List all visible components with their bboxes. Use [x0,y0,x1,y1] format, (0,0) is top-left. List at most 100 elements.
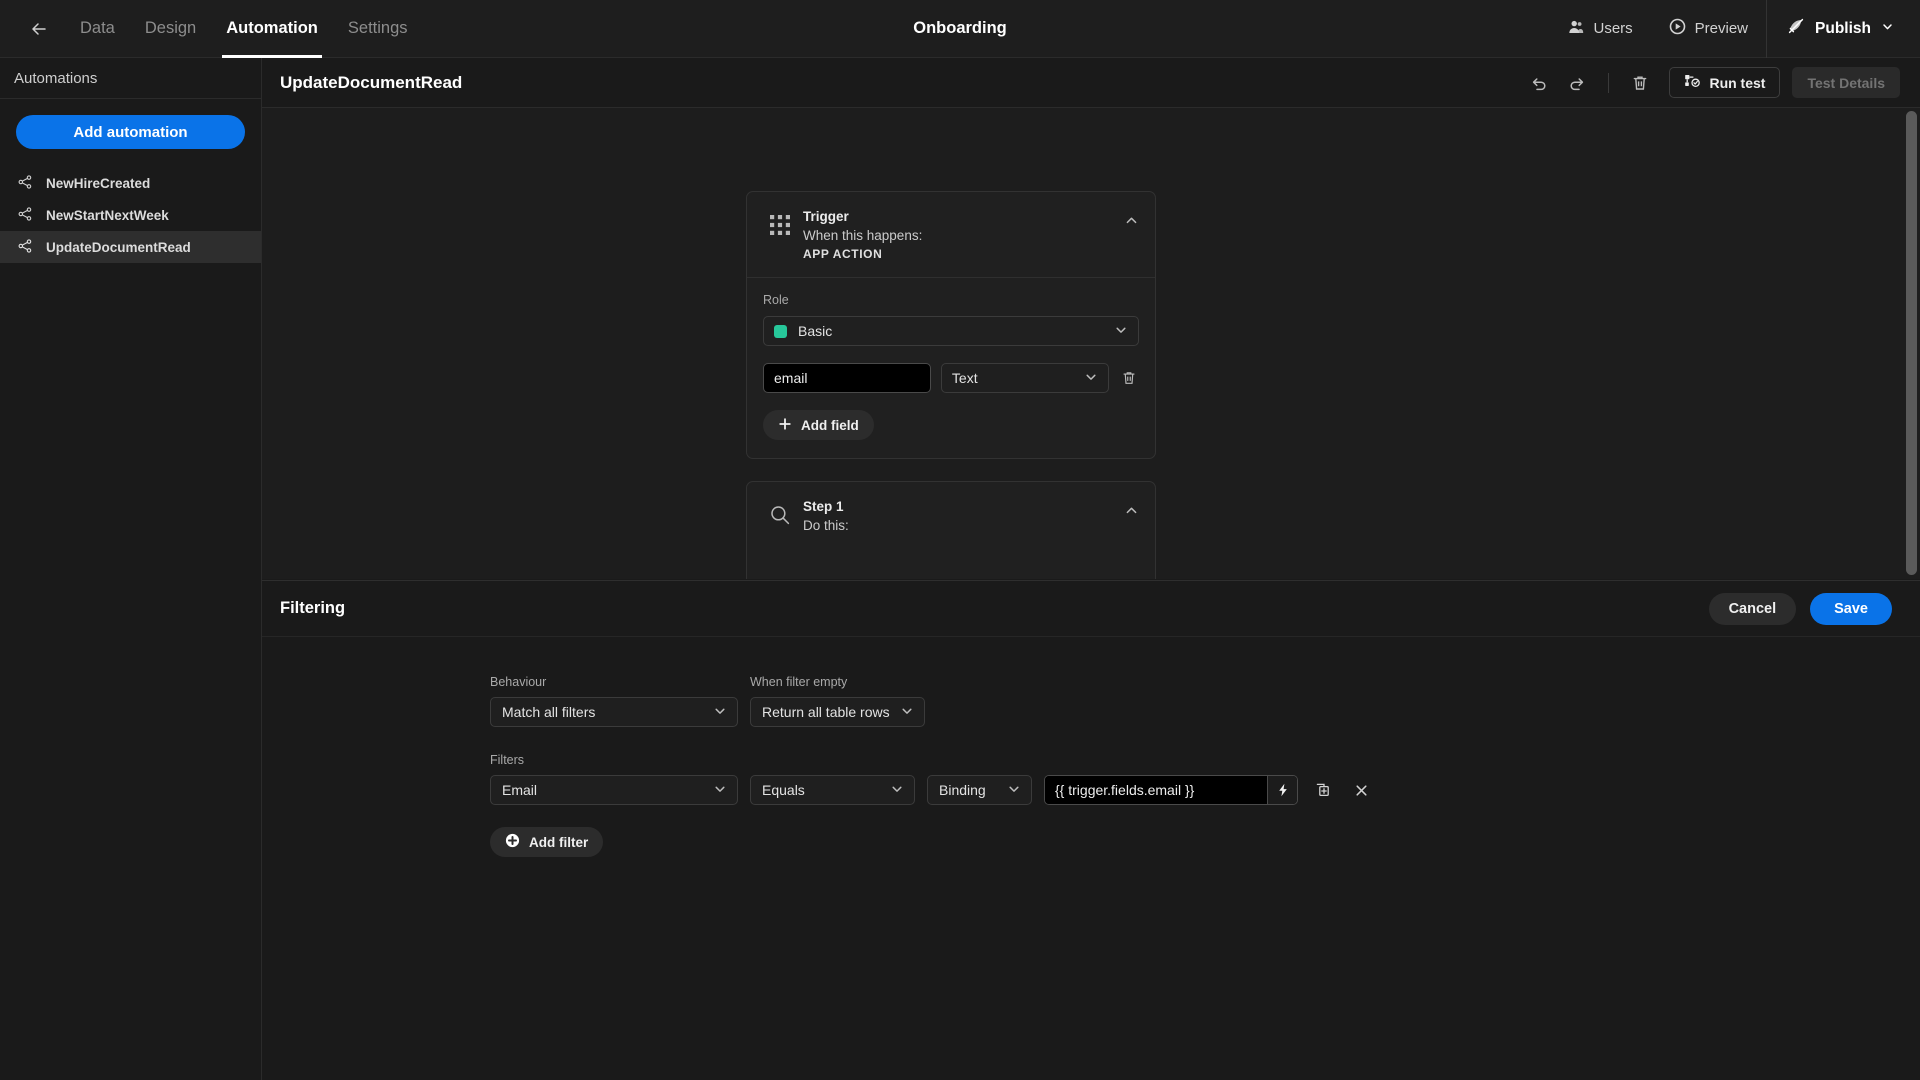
save-button[interactable]: Save [1810,592,1892,625]
add-automation-button[interactable]: Add automation [16,115,245,149]
filtering-drawer-body: Behaviour Match all filters When filter … [262,637,1920,857]
play-circle-icon [1669,18,1686,39]
sidebar-item-label: UpdateDocumentRead [46,239,191,255]
step-1-node-text: Step 1 Do this: [803,499,849,533]
preview-label: Preview [1694,20,1749,37]
behaviour-select[interactable]: Match all filters [490,697,738,727]
behaviour-label: Behaviour [490,675,547,689]
nav-tabs: Data Design Automation Settings [80,0,408,58]
test-details-button[interactable]: Test Details [1792,67,1900,98]
trigger-field-row: email Text [763,362,1139,394]
when-filter-empty-label: When filter empty [750,675,848,689]
undo-button[interactable] [1522,67,1556,99]
cancel-button[interactable]: Cancel [1708,592,1797,625]
trigger-subtitle: When this happens: [803,228,923,243]
when-filter-empty-value: Return all table rows [762,704,890,720]
step-1-node-header: Step 1 Do this: [747,482,1155,549]
drawer-title: Filtering [280,599,346,617]
field-type-select[interactable]: Text [940,363,1109,393]
when-filter-empty-group: When filter empty Return all table rows [750,675,925,727]
share-nodes-icon [18,238,32,256]
sidebar-item-newhirecreated[interactable]: NewHireCreated [0,167,261,199]
delete-automation-button[interactable] [1623,67,1657,99]
redo-button[interactable] [1560,67,1594,99]
delete-field-button[interactable] [1119,362,1139,394]
top-right-actions: Users Preview Publish [1550,0,1920,58]
add-filter-button[interactable]: Add filter [490,827,604,857]
add-filter-label: Add filter [529,834,589,850]
add-field-button[interactable]: Add field [763,410,874,440]
filter-field-value: Email [502,782,538,798]
users-icon [1568,19,1584,39]
publish-button[interactable]: Publish [1767,0,1920,58]
share-nodes-icon [18,174,32,192]
editor-toolbar: UpdateDocumentRead Run test Test Details [262,58,1920,108]
share-nodes-icon [18,206,32,224]
tab-data[interactable]: Data [80,0,115,58]
role-label: Role [763,293,789,307]
run-test-button[interactable]: Run test [1669,67,1781,98]
trigger-node-body: Role Basic email Text Add field [747,278,1155,458]
sidebar-item-label: NewStartNextWeek [46,207,169,223]
role-select[interactable]: Basic [763,316,1139,346]
filter-field-select[interactable]: Email [490,775,738,805]
trigger-node[interactable]: Trigger When this happens: APP ACTION Ro… [746,191,1156,459]
chevron-down-icon [1084,370,1098,387]
filters-label: Filters [490,753,525,767]
chevron-down-icon [713,704,727,721]
trigger-type: APP ACTION [803,247,883,261]
step-1-node[interactable]: Step 1 Do this: [746,481,1156,579]
filter-operator-select[interactable]: Equals [750,775,915,805]
users-button[interactable]: Users [1550,0,1650,58]
step-1-collapse-button[interactable] [1124,503,1139,523]
toolbar-divider [1608,72,1610,93]
filter-row: Email Equals Binding {{trigger.fields.e… [490,775,1920,805]
role-value: Basic [798,323,833,339]
plus-icon [778,417,792,434]
trigger-node-text: Trigger When this happens: APP ACTION [803,209,922,261]
chevron-down-icon [713,782,727,799]
when-filter-empty-select[interactable]: Return all table rows [750,697,925,727]
sidebar-item-newstartnextweek[interactable]: NewStartNextWeek [0,199,261,231]
chevron-down-icon [1114,323,1128,340]
trigger-collapse-button[interactable] [1124,213,1139,233]
chevron-down-icon [1007,782,1021,799]
behaviour-row: Behaviour Match all filters When filter … [490,675,1920,727]
chevron-down-icon [900,704,914,721]
filter-operator-value: Equals [762,782,805,798]
filtering-drawer-header: Filtering Cancel Save [262,581,1920,637]
field-name-input[interactable]: email [763,363,931,393]
trigger-name: Trigger [803,209,849,224]
drawer-actions: Cancel Save [1708,592,1892,625]
editor-toolbar-actions: Run test Test Details [1522,67,1900,99]
filter-value-type-select[interactable]: Binding [927,775,1032,805]
back-button[interactable] [22,12,56,46]
remove-filter-button[interactable] [1348,775,1374,805]
role-color-swatch [774,324,787,338]
filter-value-type-value: Binding [939,782,986,798]
sidebar-header: Automations [0,58,261,99]
sidebar-item-label: NewHireCreated [46,175,151,191]
run-test-icon [1684,73,1701,92]
binding-lightning-button[interactable] [1267,776,1297,804]
sidebar-item-updatedocumentread[interactable]: UpdateDocumentRead [0,231,261,263]
users-label: Users [1593,20,1633,37]
preview-button[interactable]: Preview [1651,0,1766,58]
plus-circle-icon [505,833,520,851]
rocket-icon [1787,17,1805,40]
tab-design[interactable]: Design [145,0,196,58]
page-title: UpdateDocumentRead [280,72,463,92]
behaviour-group: Behaviour Match all filters [490,675,738,727]
tab-settings[interactable]: Settings [348,0,408,58]
canvas-scrollbar[interactable] [1906,111,1917,575]
filter-value-binding: {{ trigger.fields.email }} [1044,775,1298,805]
trigger-node-header: Trigger When this happens: APP ACTION [747,192,1155,278]
field-type-value: Text [951,370,978,386]
duplicate-filter-button[interactable] [1310,775,1336,805]
tab-automation[interactable]: Automation [222,0,322,58]
filtering-drawer: Filtering Cancel Save Behaviour Match al… [262,580,1920,1080]
publish-label: Publish [1815,19,1871,37]
automation-editor: UpdateDocumentRead Run test Test Details… [262,58,1920,580]
grid-dots-icon [763,209,797,236]
filter-value-input[interactable]: {{ trigger.fields.email }} [1045,776,1267,804]
